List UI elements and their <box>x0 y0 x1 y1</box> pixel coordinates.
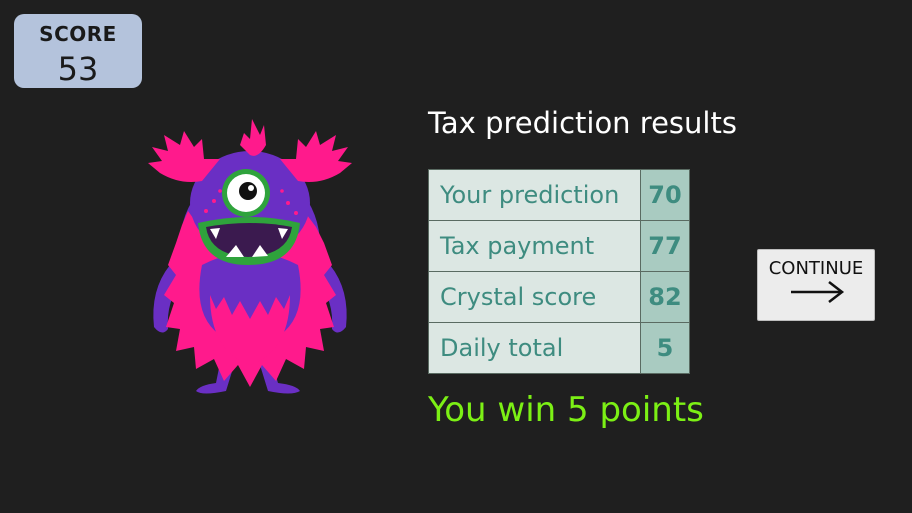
results-title: Tax prediction results <box>428 106 737 140</box>
row-value: 5 <box>640 322 690 374</box>
score-value: 53 <box>57 50 99 88</box>
score-box: SCORE 53 <box>14 14 142 88</box>
monster-character <box>148 119 352 394</box>
row-value: 70 <box>640 169 690 221</box>
table-row: Your prediction 70 <box>428 169 690 221</box>
win-message: You win 5 points <box>428 390 704 430</box>
arrow-right-icon <box>791 281 845 303</box>
row-value: 77 <box>640 220 690 272</box>
score-label: SCORE <box>39 22 117 46</box>
table-row: Crystal score 82 <box>428 271 690 323</box>
table-row: Daily total 5 <box>428 322 690 374</box>
table-row: Tax payment 77 <box>428 220 690 272</box>
row-label: Your prediction <box>428 169 641 221</box>
continue-button[interactable]: CONTINUE <box>757 249 875 321</box>
row-value: 82 <box>640 271 690 323</box>
results-table: Your prediction 70 Tax payment 77 Crysta… <box>428 169 690 374</box>
row-label: Crystal score <box>428 271 641 323</box>
continue-label: CONTINUE <box>768 258 864 279</box>
row-label: Tax payment <box>428 220 641 272</box>
row-label: Daily total <box>428 322 641 374</box>
